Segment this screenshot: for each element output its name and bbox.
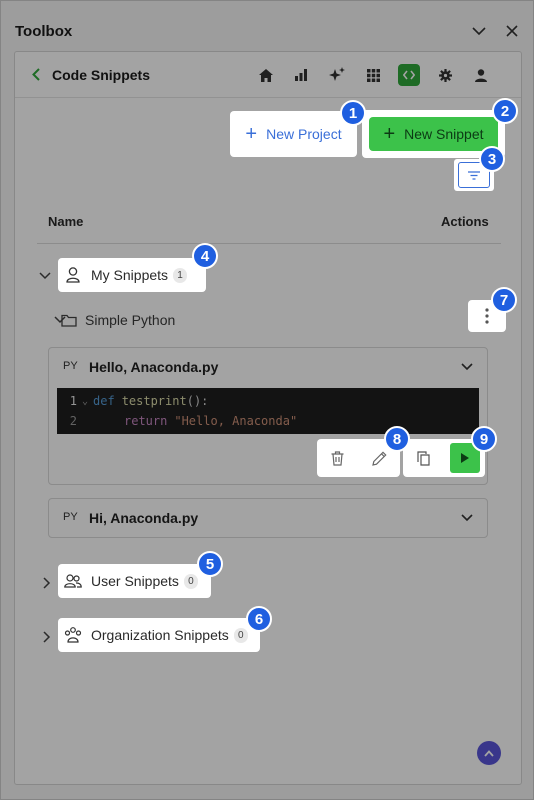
column-header-name: Name bbox=[48, 214, 84, 229]
group-label: My Snippets bbox=[91, 267, 169, 283]
snippet-header[interactable]: PY Hi, Anaconda.py bbox=[49, 499, 487, 537]
chevron-down-icon[interactable] bbox=[52, 312, 68, 328]
copy-button[interactable] bbox=[409, 443, 439, 473]
function-name: testprint bbox=[121, 394, 187, 408]
user-icon[interactable] bbox=[470, 64, 492, 86]
page-title: Code Snippets bbox=[52, 67, 151, 83]
play-icon bbox=[460, 453, 469, 463]
copy-icon bbox=[417, 450, 430, 466]
count-badge: 0 bbox=[233, 627, 248, 643]
language-tag: PY bbox=[63, 360, 78, 372]
new-snippet-button[interactable]: + New Snippet bbox=[369, 117, 498, 151]
line-number: 2 bbox=[69, 414, 77, 428]
count-badge: 1 bbox=[173, 267, 188, 283]
keyword: return bbox=[124, 414, 168, 428]
column-header-actions: Actions bbox=[441, 214, 489, 229]
collapse-chevron-icon[interactable] bbox=[467, 19, 491, 43]
group-organization-snippets[interactable]: Organization Snippets 0 bbox=[58, 618, 260, 652]
line-number: 1 bbox=[69, 394, 77, 408]
chart-icon[interactable] bbox=[290, 64, 312, 86]
toolbox-header: Toolbox bbox=[1, 15, 534, 49]
chevron-down-icon[interactable] bbox=[37, 268, 53, 284]
chevron-right-icon[interactable] bbox=[39, 629, 55, 645]
home-icon[interactable] bbox=[255, 64, 277, 86]
code-line: 2 return "Hello, Anaconda" bbox=[57, 411, 479, 431]
punctuation: (): bbox=[186, 394, 209, 408]
new-project-label: New Project bbox=[266, 126, 342, 142]
callout-badge: 3 bbox=[479, 146, 505, 172]
plus-icon: + bbox=[383, 123, 396, 145]
filter-icon bbox=[468, 170, 480, 180]
close-icon[interactable] bbox=[500, 19, 524, 43]
chevron-down-icon[interactable] bbox=[459, 510, 475, 526]
snippet-header[interactable]: PY Hello, Anaconda.py bbox=[49, 348, 487, 386]
count-badge: 0 bbox=[183, 573, 198, 589]
folder-row-simple-python[interactable]: Simple Python bbox=[52, 310, 175, 330]
group-label: User Snippets bbox=[91, 573, 179, 589]
chevron-right-icon[interactable] bbox=[39, 575, 55, 591]
snippet-name: Hello, Anaconda.py bbox=[89, 359, 219, 375]
kebab-icon bbox=[485, 308, 489, 324]
snippets-header: Code Snippets bbox=[15, 52, 521, 98]
code-editor[interactable]: 1 ⌄ def testprint (): 2 return "Hello, A… bbox=[57, 388, 479, 434]
callout-badge: 5 bbox=[197, 551, 223, 577]
gear-icon[interactable] bbox=[434, 64, 456, 86]
string-literal: "Hello, Anaconda" bbox=[174, 414, 298, 428]
callout-badge: 7 bbox=[491, 287, 517, 313]
delete-button[interactable] bbox=[323, 443, 353, 473]
code-icon[interactable] bbox=[398, 64, 420, 86]
callout-badge: 4 bbox=[192, 243, 218, 269]
new-snippet-label: New Snippet bbox=[404, 126, 484, 142]
snippet-card[interactable]: PY Hi, Anaconda.py bbox=[48, 498, 488, 538]
toolbox-title: Toolbox bbox=[15, 23, 73, 40]
group-user-snippets[interactable]: User Snippets 0 bbox=[58, 564, 211, 598]
user-outline-icon bbox=[64, 266, 82, 284]
users-icon bbox=[64, 572, 82, 590]
scroll-to-top-button[interactable] bbox=[477, 741, 501, 765]
group-label: Organization Snippets bbox=[91, 627, 229, 643]
folder-label: Simple Python bbox=[85, 312, 176, 328]
grid-icon[interactable] bbox=[362, 64, 384, 86]
language-tag: PY bbox=[63, 511, 78, 523]
keyword: def bbox=[93, 394, 115, 408]
callout-badge: 1 bbox=[340, 100, 366, 126]
sparkle-icon[interactable] bbox=[326, 64, 348, 86]
pencil-icon bbox=[371, 450, 387, 466]
code-line: 1 ⌄ def testprint (): bbox=[57, 391, 479, 411]
snippet-name: Hi, Anaconda.py bbox=[89, 510, 199, 526]
trash-icon bbox=[331, 450, 344, 466]
group-my-snippets[interactable]: My Snippets 1 bbox=[58, 258, 206, 292]
callout-badge: 8 bbox=[384, 426, 410, 452]
divider bbox=[37, 243, 501, 244]
chevron-down-icon[interactable] bbox=[459, 359, 475, 375]
fold-icon[interactable]: ⌄ bbox=[77, 396, 93, 407]
callout-badge: 6 bbox=[246, 606, 272, 632]
new-project-button[interactable]: + New Project bbox=[230, 111, 357, 157]
callout-badge: 2 bbox=[492, 98, 518, 124]
plus-icon: + bbox=[245, 123, 258, 145]
back-arrow-icon[interactable] bbox=[27, 65, 45, 83]
callout-badge: 9 bbox=[471, 426, 497, 452]
organization-icon bbox=[64, 626, 82, 644]
